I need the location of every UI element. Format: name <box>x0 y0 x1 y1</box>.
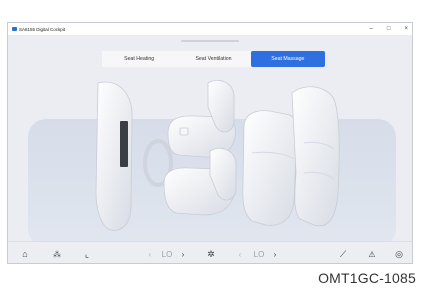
left-level-next-button[interactable]: › <box>179 242 187 263</box>
figure-code: OMT1GC-1085 <box>318 270 416 286</box>
left-level-prev-button[interactable]: ‹ <box>146 242 154 263</box>
app-window: SA8155 Digital Cockpit – □ × Seat Heatin… <box>7 22 413 264</box>
rear-seat-left <box>242 110 299 226</box>
rear-seat-right <box>291 86 340 227</box>
apps-grid-icon[interactable]: ⁂ <box>50 242 64 263</box>
right-level-prev-button[interactable]: ‹ <box>236 242 244 263</box>
left-level-value: LO <box>161 249 173 259</box>
center-screen <box>120 121 128 167</box>
right-level-value: LO <box>253 249 265 259</box>
cabin-seats-illustration <box>95 79 340 231</box>
massage-indicator <box>179 127 189 136</box>
seat-icon[interactable]: ⌞ <box>80 242 94 263</box>
bottom-control-bar: ⌂ ⁂ ⌞ ‹ LO › ✲ ‹ LO › ⟋ ⚠ ◎ <box>8 241 412 263</box>
warning-icon[interactable]: ⚠ <box>365 242 379 263</box>
home-icon[interactable]: ⌂ <box>18 242 32 263</box>
wiper-icon[interactable]: ⟋ <box>336 242 350 263</box>
fan-icon[interactable]: ✲ <box>204 242 218 263</box>
right-level-next-button[interactable]: › <box>271 242 279 263</box>
steering-wheel-icon[interactable]: ◎ <box>392 242 406 263</box>
